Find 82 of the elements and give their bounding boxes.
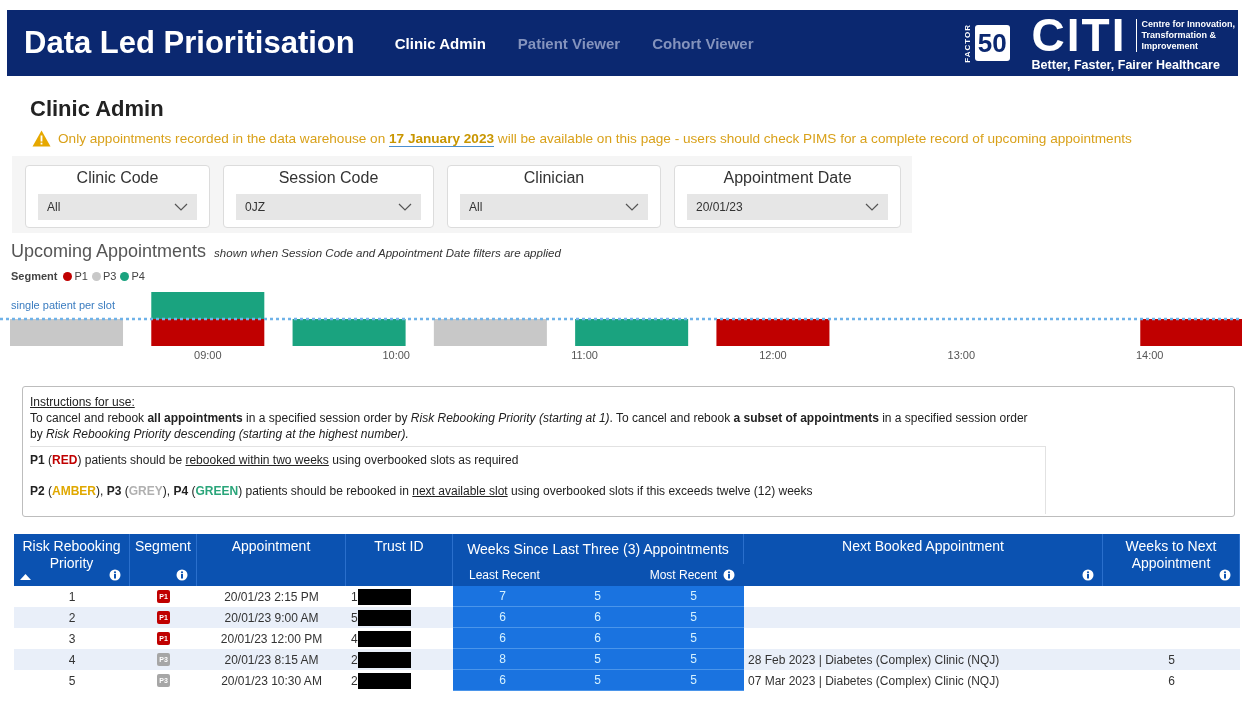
table-cell: 20/01/23 9:00 AM — [197, 607, 346, 628]
app-title: Data Led Prioritisation — [24, 25, 355, 61]
info-icon[interactable] — [109, 569, 121, 581]
logo-text: CITI — [1031, 14, 1127, 56]
axis-tick-label: 09:00 — [194, 349, 222, 361]
filter-label: Appointment Date — [722, 169, 853, 187]
table-cell: 5 — [643, 649, 744, 670]
section-title: Upcoming Appointments — [11, 241, 207, 262]
legend-label: P4 — [131, 270, 145, 282]
legend-label: P1 — [74, 270, 88, 282]
column-header[interactable]: Appointment — [231, 538, 311, 555]
nav-tab[interactable]: Clinic Admin — [394, 32, 486, 54]
dropdown-field[interactable]: 20/01/23 — [687, 194, 888, 220]
table-cell: 6 — [453, 607, 552, 628]
trust-id: 2 — [351, 673, 358, 688]
table-cell: 6 — [552, 607, 643, 628]
column-subheader[interactable]: Most Recent — [649, 568, 717, 582]
column-subheader[interactable]: Least Recent — [469, 568, 540, 582]
filter-label: Clinician — [522, 169, 586, 187]
axis-tick-label: 14:00 — [1135, 349, 1164, 361]
column-header[interactable]: Weeks Since Last Three (3) Appointments — [467, 541, 729, 558]
page-title: Clinic Admin — [30, 96, 165, 122]
table-cell: 5 — [643, 628, 744, 649]
table-cell: 5 — [1103, 649, 1240, 670]
column-header[interactable]: Risk Rebooking Priority — [14, 538, 129, 572]
filter-label: Session Code — [277, 169, 380, 187]
table-cell: 5 — [552, 649, 643, 670]
logo-tagline: Centre for Innovation, Transformation & Improvement — [1136, 18, 1235, 52]
instructions-title: Instructions for use: — [30, 395, 135, 409]
table-cell: 5 — [643, 586, 744, 607]
axis-tick-label: 11:00 — [571, 349, 598, 361]
legend-title: Segment — [11, 270, 58, 282]
instructions-text: To cancel and rebook all appointments in a specified session order by Risk Rebooking Priority (starting at 1). To cancel and rebook a subset of appointments in a specified session order by Risk Rebooking Priority descending (starting at the highest number). — [30, 410, 1029, 442]
column-header[interactable]: Segment — [134, 538, 191, 555]
table-cell: 2 — [14, 607, 130, 628]
rule-text: P2 (AMBER), P3 (GREY), P4 (GREEN) patients should be rebooked in next available slot using overbooked slots if this exceeds twelve (12) weeks — [30, 483, 814, 500]
trust-id: 5 — [351, 610, 358, 625]
reference-label: single patient per slot — [11, 299, 115, 311]
table-cell: 5 — [643, 670, 744, 691]
axis-tick-label: 13:00 — [947, 349, 976, 361]
table-cell: 6 — [552, 628, 643, 649]
sort-ascending-icon[interactable] — [20, 574, 31, 580]
dropdown-field[interactable]: All — [460, 194, 648, 220]
axis-tick-label: 10:00 — [382, 349, 410, 361]
axis-tick-label: 12:00 — [759, 349, 787, 361]
info-icon[interactable] — [1082, 569, 1094, 581]
column-header[interactable]: Next Booked Appointment — [842, 538, 1004, 555]
table-cell: 8 — [453, 649, 552, 670]
table-cell: 4 — [14, 649, 130, 670]
rule-text: P1 (RED) patients should be rebooked within two weeks using overbooked slots as required — [30, 452, 520, 469]
table-cell: 5 — [552, 586, 643, 607]
dropdown-field[interactable]: 0JZ — [236, 194, 421, 220]
chevron-down-icon — [174, 203, 188, 211]
table-cell: 28 Feb 2023 | Diabetes (Complex) Clinic (NQJ) — [744, 649, 1103, 670]
table-cell: 7 — [453, 586, 552, 607]
chevron-down-icon — [625, 203, 639, 211]
section-note: shown when Session Code and Appointment Date filters are applied — [214, 247, 561, 259]
trust-id: 4 — [351, 631, 358, 646]
nav-tab[interactable]: Patient Viewer — [517, 32, 621, 54]
table-cell: 5 — [552, 670, 643, 691]
legend-label: P3 — [102, 270, 117, 282]
warning-icon — [32, 130, 51, 147]
info-icon[interactable] — [176, 569, 188, 581]
table-cell: 6 — [453, 670, 552, 691]
logo-badge: 50 — [974, 25, 1010, 61]
logo-slogan: Better, Faster, Fairer Healthcare — [1031, 58, 1221, 72]
table-cell: 20/01/23 8:15 AM — [197, 649, 346, 670]
dropdown-field[interactable]: All — [38, 194, 197, 220]
info-icon[interactable] — [1219, 569, 1231, 581]
table-cell: 5 — [643, 607, 744, 628]
trust-id: 2 — [351, 652, 358, 667]
trust-id: 1 — [351, 589, 358, 604]
column-header[interactable]: Trust ID — [374, 538, 424, 555]
chevron-down-icon — [865, 203, 879, 211]
table-cell: 6 — [453, 628, 552, 649]
logo-text: FACTOR — [962, 23, 972, 63]
nav-tab[interactable]: Cohort Viewer — [652, 32, 754, 54]
chevron-down-icon — [398, 203, 412, 211]
info-icon[interactable] — [723, 569, 735, 581]
warning-message: Only appointments recorded in the data warehouse on 17 January 2023 will be available on this page - users should check PIMS for a complete record of upcoming appointments — [58, 131, 1132, 146]
filter-label: Clinic Code — [75, 169, 160, 187]
column-header[interactable]: Weeks to Next Appointment — [1103, 538, 1239, 572]
